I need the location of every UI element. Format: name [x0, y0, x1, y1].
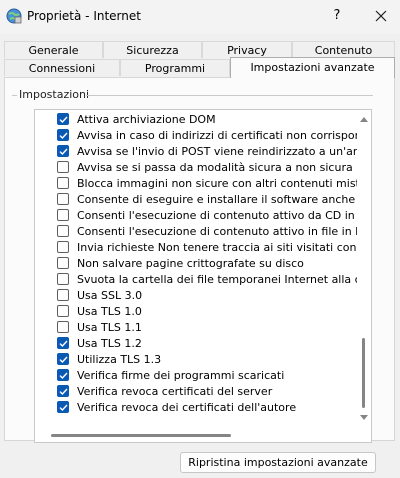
title-bar: Proprietà - Internet ?: [0, 0, 400, 34]
setting-label: Utilizza TLS 1.3: [77, 353, 162, 366]
setting-checkbox[interactable]: [57, 321, 69, 333]
setting-checkbox[interactable]: [57, 193, 69, 205]
restore-advanced-settings-button[interactable]: Ripristina impostazioni avanzate: [180, 452, 376, 473]
setting-label: Avvisa se si passa da modalità sicura a …: [77, 161, 353, 174]
setting-label: Consente di eseguire e installare il sof…: [77, 193, 357, 206]
setting-label: Consenti l'esecuzione di contenuto attiv…: [77, 209, 357, 222]
scroll-up-arrow-icon[interactable]: [360, 116, 368, 122]
setting-checkbox[interactable]: [57, 257, 69, 269]
setting-label: Usa TLS 1.0: [77, 305, 142, 318]
setting-checkbox[interactable]: [57, 353, 69, 365]
setting-checkbox[interactable]: [57, 177, 69, 189]
setting-label: Avvisa se l'invio di POST viene reindiri…: [77, 145, 357, 158]
help-button[interactable]: ?: [322, 4, 352, 28]
setting-label: Verifica revoca certificati del server: [77, 385, 273, 398]
setting-checkbox[interactable]: [57, 273, 69, 285]
group-divider: [12, 95, 17, 96]
settings-list[interactable]: Attiva archiviazione DOM Avvisa in caso d…: [34, 109, 372, 443]
setting-label: Non salvare pagine crittografate su disc…: [77, 257, 304, 270]
setting-label: Usa SSL 3.0: [77, 289, 143, 302]
setting-label: Consenti l'esecuzione di contenuto attiv…: [77, 225, 357, 238]
checkmark-icon: [59, 388, 68, 396]
close-icon: [375, 10, 387, 22]
setting-label: Invia richieste Non tenere traccia ai si…: [77, 241, 357, 254]
checkmark-icon: [59, 372, 68, 380]
tab-sicurezza[interactable]: Sicurezza: [103, 41, 202, 58]
checkmark-icon: [59, 340, 68, 348]
setting-label: Usa TLS 1.2: [77, 337, 142, 350]
checkmark-icon: [59, 132, 68, 140]
setting-checkbox[interactable]: [57, 209, 69, 221]
vertical-scrollbar[interactable]: [357, 110, 371, 428]
setting-checkbox[interactable]: [57, 385, 69, 397]
checkmark-icon: [59, 404, 68, 412]
setting-label: Avvisa in caso di indirizzi di certifica…: [77, 129, 357, 142]
horizontal-scrollbar[interactable]: [35, 428, 357, 442]
setting-checkbox[interactable]: [57, 289, 69, 301]
tab-connessioni[interactable]: Connessioni: [4, 59, 120, 76]
setting-checkbox[interactable]: [57, 369, 69, 381]
setting-label: Blocca immagini non sicure con altri con…: [77, 177, 357, 190]
setting-checkbox[interactable]: [57, 401, 69, 413]
setting-label: Usa TLS 1.1: [77, 321, 142, 334]
checkmark-icon: [59, 116, 68, 124]
setting-checkbox[interactable]: [57, 161, 69, 173]
setting-checkbox[interactable]: [57, 113, 69, 125]
setting-label: Verifica firme dei programmi scaricati: [77, 369, 285, 382]
setting-label: Attiva archiviazione DOM: [77, 113, 216, 126]
internet-globe-icon: [6, 8, 22, 24]
group-divider: [86, 95, 373, 96]
checkmark-icon: [59, 356, 68, 364]
setting-checkbox[interactable]: [57, 129, 69, 141]
tab-programmi[interactable]: Programmi: [120, 59, 230, 76]
setting-checkbox[interactable]: [57, 241, 69, 253]
tab-generale[interactable]: Generale: [4, 41, 103, 58]
tab-privacy[interactable]: Privacy: [202, 41, 292, 58]
setting-label: Verifica revoca dei certificati dell'aut…: [77, 401, 297, 414]
tab-contenuto[interactable]: Contenuto: [292, 41, 395, 58]
setting-checkbox[interactable]: [57, 225, 69, 237]
vertical-scroll-thumb[interactable]: [362, 338, 365, 408]
scroll-down-arrow-icon[interactable]: [360, 415, 368, 421]
checkmark-icon: [59, 148, 68, 156]
close-button[interactable]: [366, 4, 396, 28]
setting-label: Svuota la cartella dei file temporanei I…: [77, 273, 357, 286]
setting-checkbox[interactable]: [57, 145, 69, 157]
horizontal-scroll-thumb[interactable]: [51, 434, 231, 437]
tab-impostazioni-avanzate[interactable]: Impostazioni avanzate: [230, 57, 395, 78]
window-title: Proprietà - Internet: [27, 9, 141, 23]
settings-list-viewport: Attiva archiviazione DOM Avvisa in caso d…: [51, 110, 357, 428]
group-label: Impostazioni: [19, 88, 90, 101]
setting-checkbox[interactable]: [57, 337, 69, 349]
setting-checkbox[interactable]: [57, 305, 69, 317]
